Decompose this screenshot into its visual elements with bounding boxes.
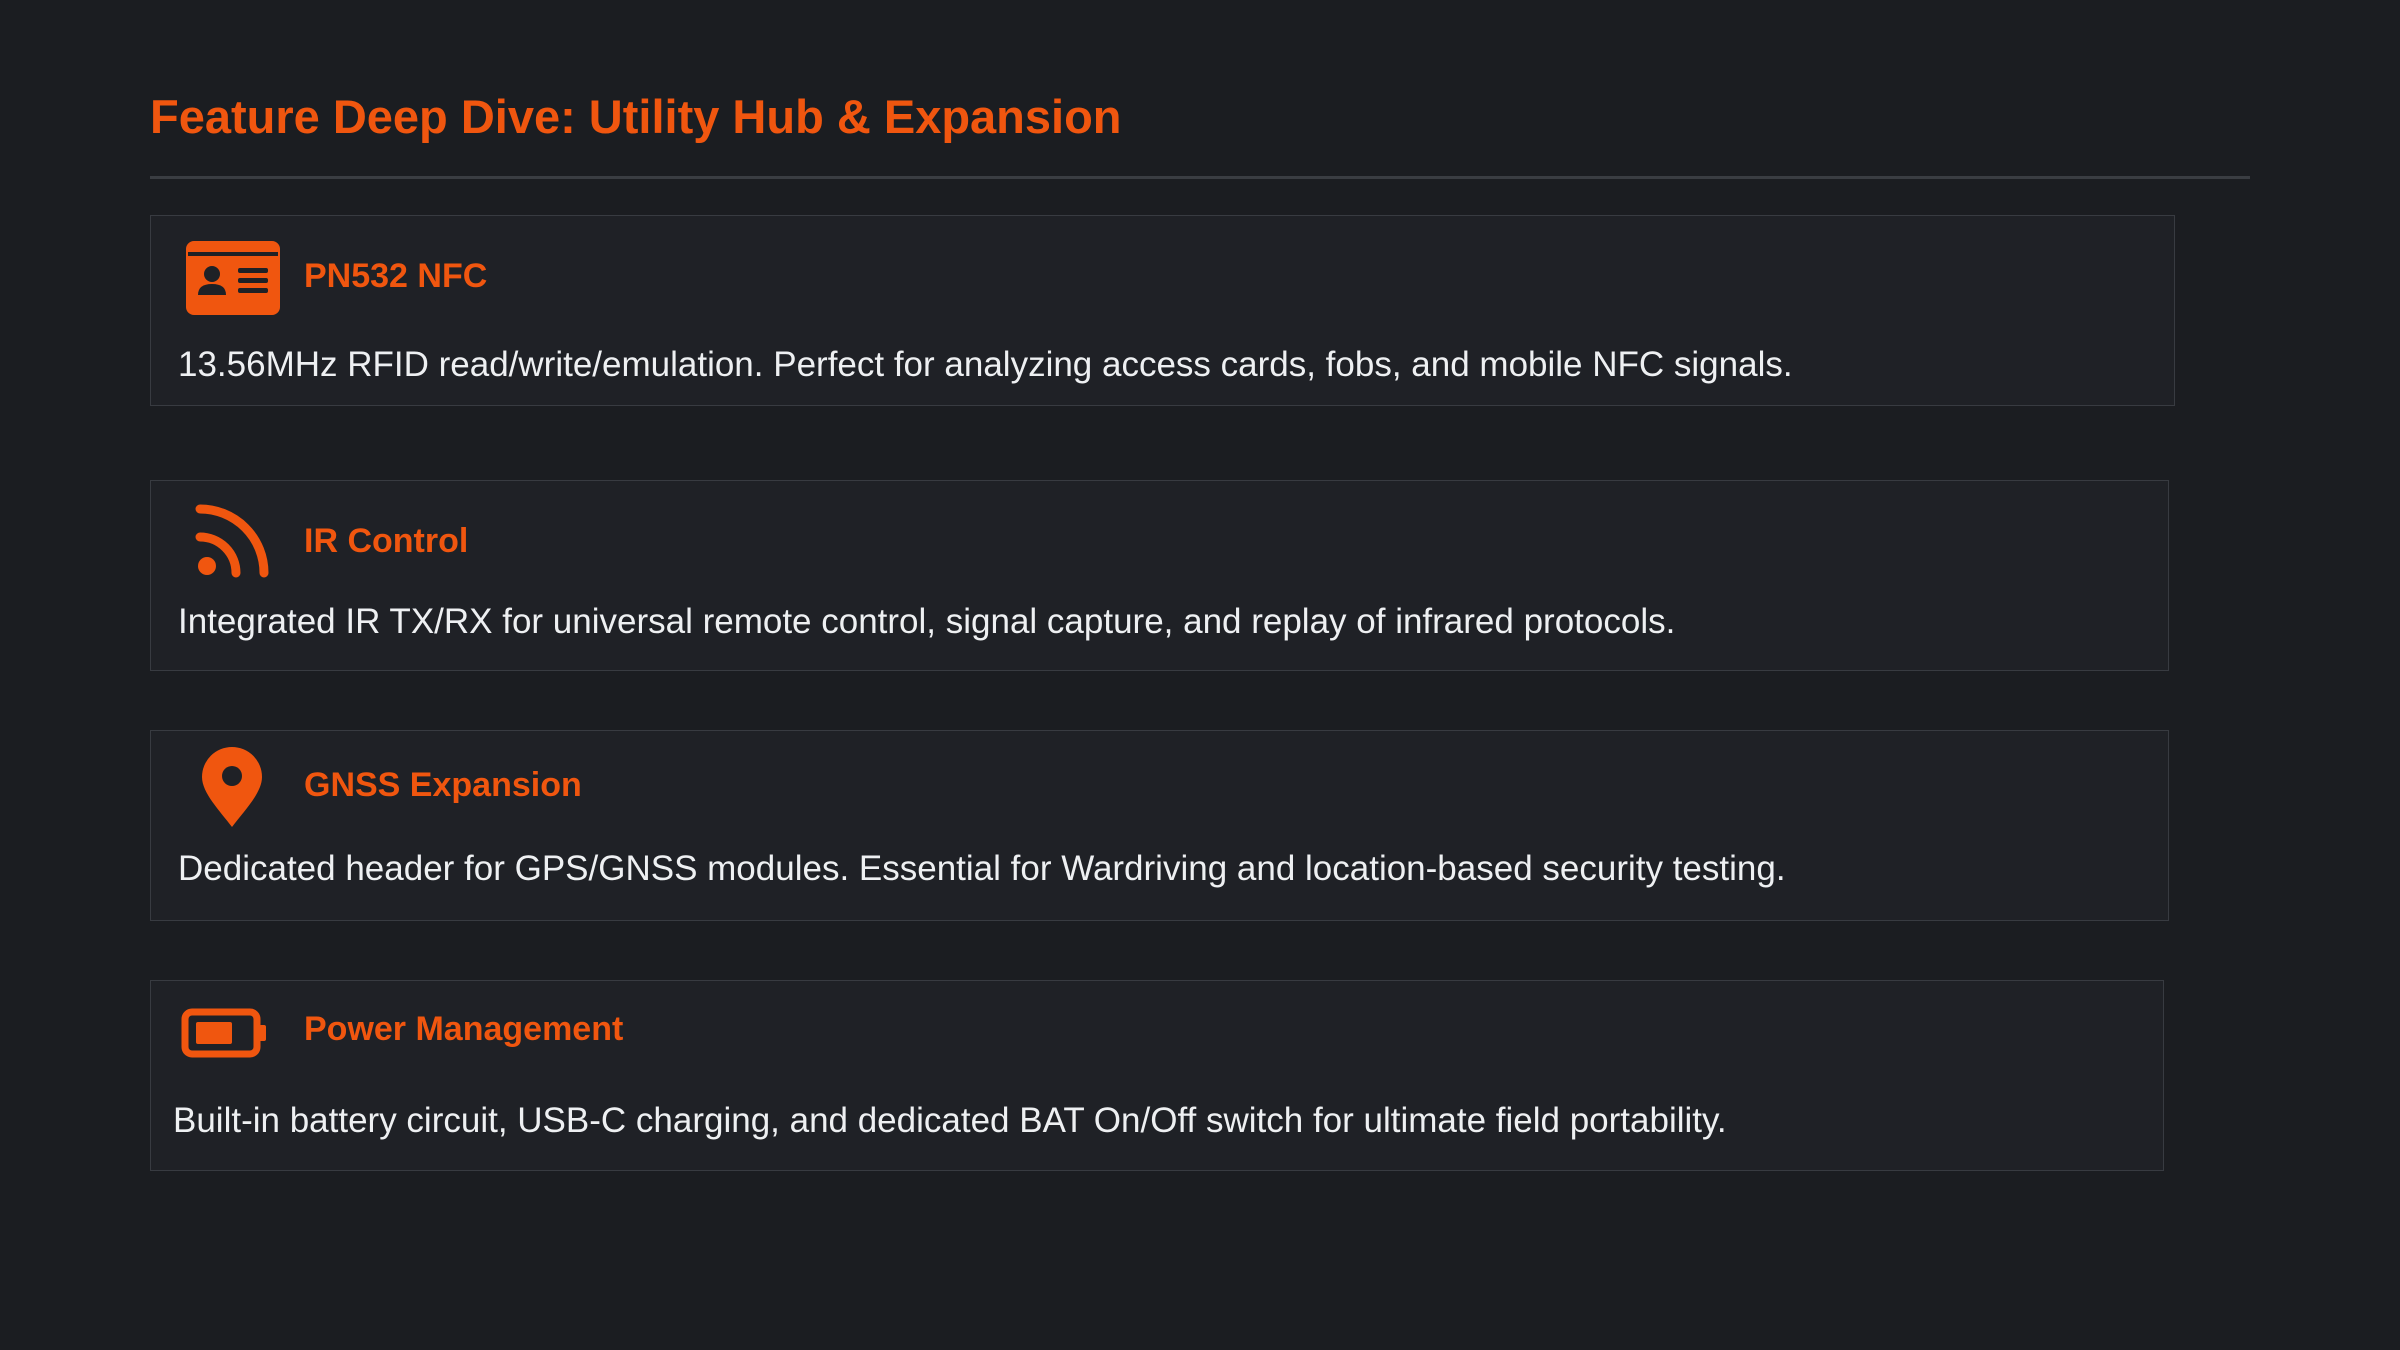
id-card-icon bbox=[186, 241, 280, 315]
feature-description: Integrated IR TX/RX for universal remote… bbox=[178, 602, 1676, 641]
feature-card-nfc: PN532 NFC 13.56MHz RFID read/write/emula… bbox=[150, 215, 2175, 406]
page-title: Feature Deep Dive: Utility Hub & Expansi… bbox=[150, 90, 1122, 143]
feature-title: Power Management bbox=[304, 1010, 624, 1048]
feature-card-ir: IR Control Integrated IR TX/RX for unive… bbox=[150, 480, 2169, 671]
feature-description: Dedicated header for GPS/GNSS modules. E… bbox=[178, 849, 1786, 888]
title-divider bbox=[150, 176, 2250, 179]
feature-title: IR Control bbox=[304, 522, 469, 560]
rss-signal-icon bbox=[195, 504, 269, 578]
feature-card-gnss: GNSS Expansion Dedicated header for GPS/… bbox=[150, 730, 2169, 921]
battery-icon bbox=[181, 1008, 266, 1058]
feature-description: 13.56MHz RFID read/write/emulation. Perf… bbox=[178, 345, 1793, 384]
feature-description: Built-in battery circuit, USB-C charging… bbox=[173, 1101, 1727, 1140]
feature-title: PN532 NFC bbox=[304, 257, 488, 295]
feature-title: GNSS Expansion bbox=[304, 766, 582, 804]
map-pin-icon bbox=[202, 747, 262, 827]
feature-card-power: Power Management Built-in battery circui… bbox=[150, 980, 2164, 1171]
